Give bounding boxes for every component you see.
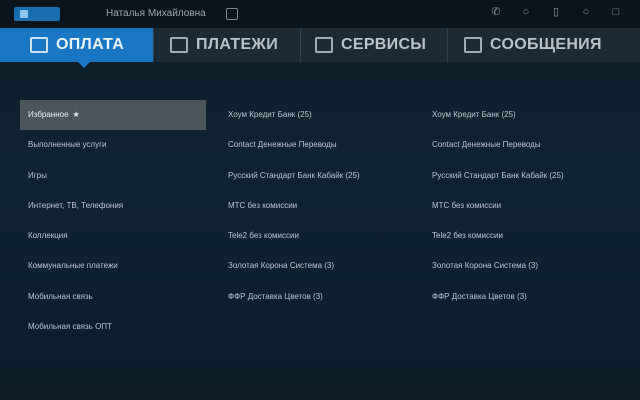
provider-item[interactable]: Tele2 без комиссии — [432, 221, 632, 251]
provider-item[interactable]: Contact Денежные Переводы — [228, 130, 418, 160]
provider-item[interactable]: Русский Стандарт Банк Кабайк (25) — [432, 161, 632, 191]
provider-item[interactable]: ФФР Доставка Цветов (3) — [228, 282, 418, 312]
tab-payment[interactable]: ОПЛАТА — [0, 28, 153, 68]
app-logo — [14, 7, 60, 21]
category-item[interactable]: Интернет, ТВ, Телефония — [20, 191, 206, 221]
tab-messages[interactable]: СООБЩЕНИЯ — [448, 28, 640, 62]
exit-app-icon[interactable]: □ — [610, 6, 622, 18]
category-item[interactable]: Коммунальные платежи — [20, 251, 206, 281]
phone-icon[interactable]: ✆ — [490, 6, 502, 18]
provider-list-left: Хоум Кредит Банк (25) Contact Денежные П… — [228, 100, 418, 312]
category-item[interactable]: Игры — [20, 161, 206, 191]
tab-payments[interactable]: ПЛАТЕЖИ — [154, 28, 300, 62]
category-item[interactable]: Мобильная связь ОПТ — [20, 312, 206, 342]
status-bar: Наталья Михайловна ✆ ○ ▯ ○ □ — [0, 0, 640, 28]
messages-icon — [464, 37, 482, 53]
category-item[interactable]: Мобильная связь — [20, 282, 206, 312]
provider-item[interactable]: Хоум Кредит Банк (25) — [432, 100, 632, 130]
logout-icon[interactable] — [226, 8, 238, 20]
battery-icon: ▯ — [552, 6, 560, 18]
tab-label: СООБЩЕНИЯ — [490, 36, 602, 53]
provider-item[interactable]: Русский Стандарт Банк Кабайк (25) — [228, 161, 418, 191]
provider-item[interactable]: ФФР Доставка Цветов (3) — [432, 282, 632, 312]
category-favorites[interactable]: Избранное ★ — [20, 100, 206, 131]
main-tabs: ОПЛАТА ПЛАТЕЖИ СЕРВИСЫ СООБЩЕНИЯ — [0, 28, 640, 68]
category-item[interactable]: Коллекция — [20, 221, 206, 251]
payment-content: Избранное ★ Выполненные услуги Игры Интер… — [0, 62, 640, 400]
tab-label: СЕРВИСЫ — [341, 36, 427, 53]
provider-item[interactable]: Золотая Корона Система (3) — [432, 251, 632, 281]
category-item[interactable]: Выполненные услуги — [20, 130, 206, 160]
system-icons: ✆ ○ ▯ ○ □ — [490, 6, 622, 18]
category-list: Избранное ★ Выполненные услуги Игры Интер… — [20, 100, 206, 342]
services-icon — [315, 37, 333, 53]
provider-item[interactable]: МТС без комиссии — [432, 191, 632, 221]
star-icon: ★ — [72, 110, 80, 119]
provider-item[interactable]: Золотая Корона Система (3) — [228, 251, 418, 281]
provider-item[interactable]: Хоум Кредит Банк (25) — [228, 100, 418, 130]
provider-item[interactable]: МТС без комиссии — [228, 191, 418, 221]
tab-label: ОПЛАТА — [56, 36, 125, 53]
wallet-icon — [30, 37, 48, 53]
provider-item[interactable]: Tele2 без комиссии — [228, 221, 418, 251]
provider-item[interactable]: Contact Денежные Переводы — [432, 130, 632, 160]
provider-list-right: Хоум Кредит Банк (25) Contact Денежные П… — [432, 100, 632, 312]
tab-label: ПЛАТЕЖИ — [196, 36, 278, 53]
info-icon[interactable]: ○ — [520, 6, 532, 18]
tab-services[interactable]: СЕРВИСЫ — [301, 28, 447, 62]
user-name: Наталья Михайловна — [106, 8, 206, 19]
mail-icon[interactable]: ○ — [580, 6, 592, 18]
payments-icon — [170, 37, 188, 53]
